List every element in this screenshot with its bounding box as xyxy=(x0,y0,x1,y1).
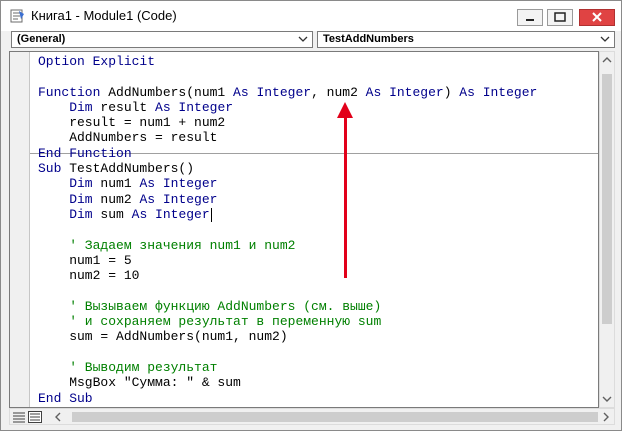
code-keyword: As Integer xyxy=(131,206,210,222)
code-keyword: As Integer xyxy=(139,176,218,192)
code-token: num1 = 5 xyxy=(38,252,132,268)
code-line[interactable] xyxy=(38,345,537,360)
code-keyword: Dim xyxy=(38,176,101,192)
horizontal-scroll-thumb[interactable] xyxy=(72,412,598,422)
code-token: AddNumbers(num1 xyxy=(108,84,234,100)
close-icon xyxy=(592,12,602,22)
horizontal-scrollbar-bar xyxy=(9,408,615,425)
scroll-up-icon[interactable] xyxy=(602,56,612,64)
code-line[interactable]: ' Вызываем функцию AddNumbers (см. выше) xyxy=(38,299,537,314)
full-module-view-icon[interactable] xyxy=(28,411,42,423)
code-line[interactable]: Sub TestAddNumbers() xyxy=(38,161,537,176)
code-line[interactable]: sum = AddNumbers(num1, num2) xyxy=(38,329,537,344)
title-bar[interactable]: Книга1 - Module1 (Code) xyxy=(1,1,621,31)
code-token: num2 = 10 xyxy=(38,268,140,284)
code-line[interactable]: End Sub xyxy=(38,391,537,406)
code-token: TestAddNumbers() xyxy=(69,161,195,177)
code-window-dropdowns: (General) TestAddNumbers xyxy=(9,31,615,49)
code-line[interactable]: MsgBox "Сумма: " & sum xyxy=(38,375,537,390)
code-line[interactable]: End Function xyxy=(38,146,537,161)
code-line[interactable]: Option Explicit xyxy=(38,54,537,69)
code-token: ) xyxy=(443,84,460,100)
code-token: num2 xyxy=(100,191,140,207)
code-keyword: Sub xyxy=(38,161,70,177)
chevron-down-icon xyxy=(298,36,308,42)
code-keyword: Function xyxy=(38,84,109,100)
code-line[interactable] xyxy=(38,222,537,237)
code-keyword: As Integer xyxy=(365,84,444,100)
code-line[interactable]: result = num1 + num2 xyxy=(38,115,537,130)
code-line[interactable]: Dim result As Integer xyxy=(38,100,537,115)
code-comment: ' Задаем значения num1 и num2 xyxy=(38,237,296,253)
code-line[interactable]: ' Выводим результат xyxy=(38,360,537,375)
annotation-arrow xyxy=(344,115,347,278)
code-line[interactable]: num1 = 5 xyxy=(38,253,537,268)
window-title: Книга1 - Module1 (Code) xyxy=(31,8,177,23)
procedure-view-icon[interactable] xyxy=(12,411,26,423)
procedure-dropdown-value: TestAddNumbers xyxy=(323,33,414,45)
code-token: sum = AddNumbers(num1, num2) xyxy=(38,329,288,345)
code-comment: ' Вызываем функцию AddNumbers (см. выше) xyxy=(38,298,382,314)
chevron-down-icon xyxy=(600,36,610,42)
code-line[interactable]: num2 = 10 xyxy=(38,268,537,283)
scroll-right-icon[interactable] xyxy=(602,412,610,422)
vba-module-icon xyxy=(10,9,24,23)
code-line[interactable]: Dim num2 As Integer xyxy=(38,192,537,207)
code-line[interactable]: Function AddNumbers(num1 As Integer, num… xyxy=(38,85,537,100)
maximize-button[interactable] xyxy=(547,9,573,26)
code-keyword: End Sub xyxy=(38,390,93,406)
code-token: result = num1 + num2 xyxy=(38,115,226,131)
code-token: sum xyxy=(100,206,132,222)
code-keyword: Dim xyxy=(38,99,101,115)
code-token: result xyxy=(100,99,156,115)
code-keyword: Option Explicit xyxy=(38,54,156,69)
code-line[interactable] xyxy=(38,69,537,84)
code-keyword: As Integer xyxy=(459,84,538,100)
close-button[interactable] xyxy=(579,9,615,26)
code-keyword: As Integer xyxy=(155,99,234,115)
code-token: , num2 xyxy=(311,84,366,100)
code-token: num1 xyxy=(100,176,140,192)
code-line[interactable]: ' Задаем значения num1 и num2 xyxy=(38,238,537,253)
code-keyword: Dim xyxy=(38,191,101,207)
code-keyword: As Integer xyxy=(139,191,218,207)
code-line[interactable]: Dim num1 As Integer xyxy=(38,176,537,191)
code-line[interactable]: Dim sum As Integer xyxy=(38,207,537,222)
code-token: AddNumbers = result xyxy=(38,130,218,146)
text-caret xyxy=(210,207,212,222)
vertical-scroll-thumb[interactable] xyxy=(602,74,612,324)
code-editor[interactable]: Option Explicit Function AddNumbers(num1 … xyxy=(9,51,599,408)
scroll-left-icon[interactable] xyxy=(54,412,62,422)
object-dropdown[interactable]: (General) xyxy=(11,31,313,48)
procedure-dropdown[interactable]: TestAddNumbers xyxy=(317,31,615,48)
code-comment: ' и сохраняем результат в переменную sum xyxy=(38,314,382,330)
code-line[interactable] xyxy=(38,283,537,298)
code-keyword: End Function xyxy=(38,145,132,161)
maximize-icon xyxy=(554,12,566,22)
code-line[interactable]: ' и сохраняем результат в переменную sum xyxy=(38,314,537,329)
vbe-code-window: Книга1 - Module1 (Code) (General) TestAd… xyxy=(0,0,622,431)
code-token: MsgBox "Сумма: " & sum xyxy=(38,375,241,391)
code-line[interactable]: AddNumbers = result xyxy=(38,130,537,145)
code-keyword: Dim xyxy=(38,206,101,222)
object-dropdown-value: (General) xyxy=(17,33,66,45)
code-keyword: As Integer xyxy=(233,84,312,100)
code-text[interactable]: Option Explicit Function AddNumbers(num1 … xyxy=(38,54,537,406)
vertical-scrollbar[interactable] xyxy=(599,51,615,408)
margin-indicator-bar[interactable] xyxy=(10,52,30,407)
minimize-icon xyxy=(526,19,534,21)
code-comment: ' Выводим результат xyxy=(38,359,218,375)
scroll-down-icon[interactable] xyxy=(602,395,612,403)
minimize-button[interactable] xyxy=(517,9,543,26)
